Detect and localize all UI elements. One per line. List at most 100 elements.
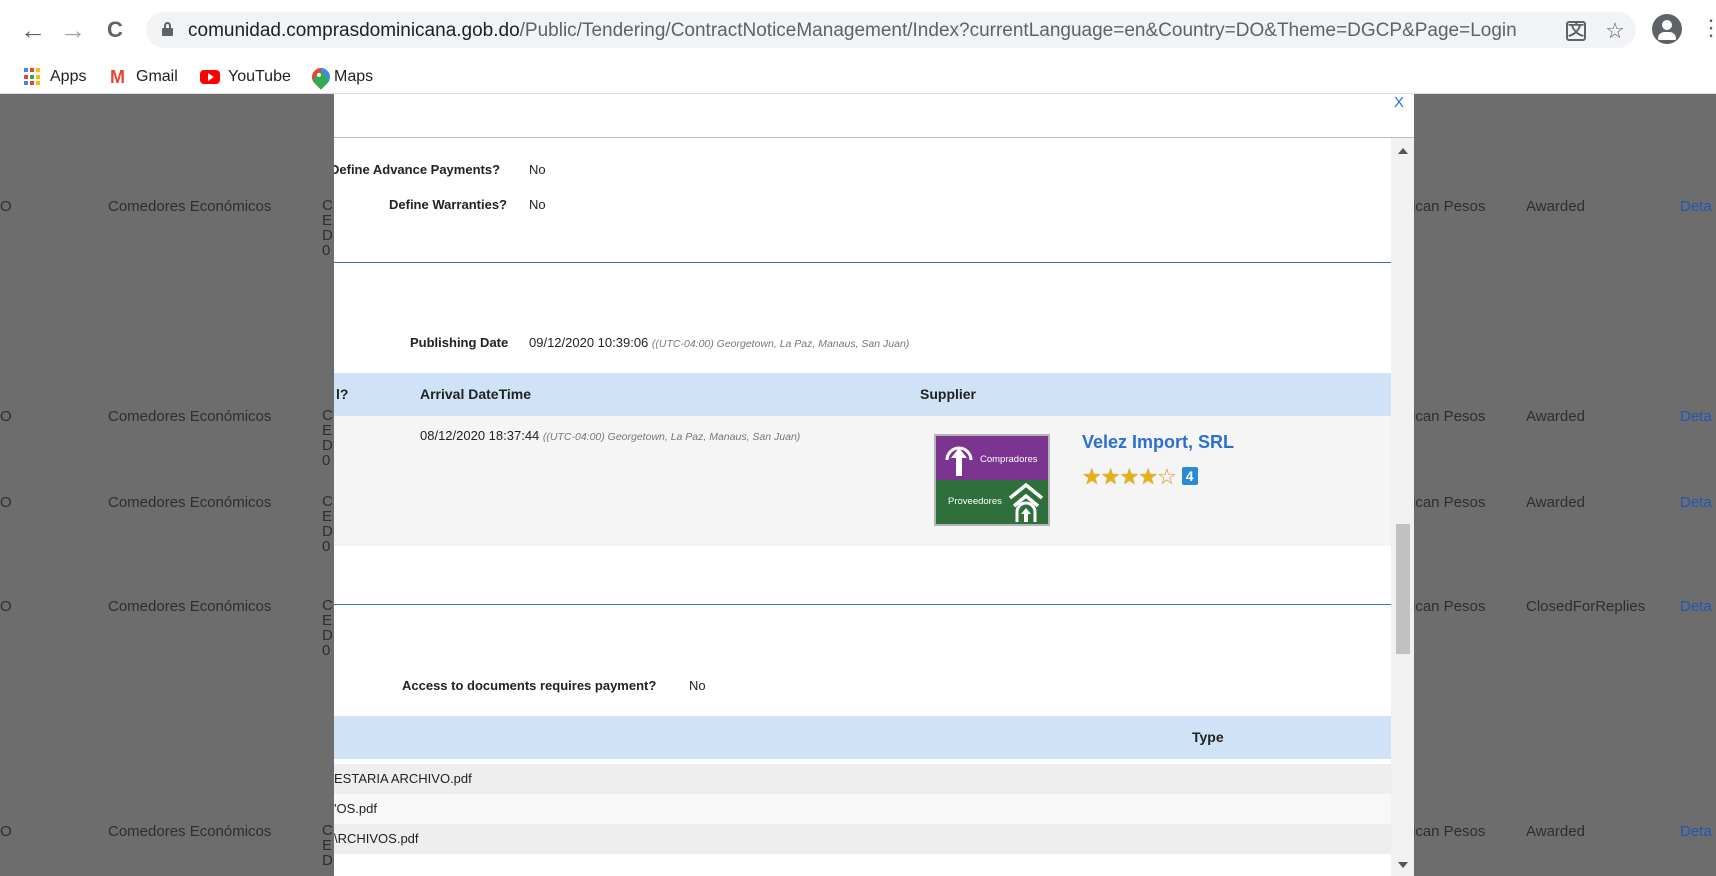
modal-scrollbar[interactable] — [1391, 138, 1414, 876]
bookmarks-bar: Apps M Gmail YouTube Maps — [0, 60, 1716, 94]
row-cut-text: O — [0, 823, 12, 840]
advance-payments-value: No — [529, 162, 546, 177]
publishing-date-label: Publishing Date — [410, 335, 509, 350]
offers-table-header: l? Arrival DateTime Supplier — [334, 373, 1391, 416]
gmail-icon: M — [110, 67, 125, 87]
url-text[interactable]: comunidad.comprasdominicana.gob.do/Publi… — [188, 20, 1517, 42]
truncated-description: CED — [322, 822, 333, 869]
row-detail-link[interactable]: Deta — [1680, 408, 1712, 425]
back-arrow-icon[interactable]: ← — [18, 13, 48, 47]
warranties-label: Define Warranties? — [389, 197, 507, 212]
logo-compradores-band: Compradores — [936, 436, 1048, 480]
row-currency: ican Pesos — [1412, 198, 1486, 215]
publishing-date-text: 09/12/2020 10:39:06 — [529, 335, 649, 350]
bookmark-label: Maps — [334, 68, 374, 85]
supplier-column-header[interactable]: Supplier — [920, 386, 976, 402]
type-column-header[interactable]: Type — [1192, 729, 1224, 745]
row-entity: Comedores Económicos — [108, 408, 272, 425]
browser-toolbar: ← → C comunidad.comprasdominicana.gob.do… — [0, 0, 1716, 60]
document-name[interactable]: \RCHIVOS.pdf — [334, 831, 419, 846]
bookmark-apps[interactable]: Apps — [24, 67, 86, 87]
house-arrow-icon — [1008, 482, 1044, 522]
supplier-link[interactable]: Velez Import, SRL — [1082, 432, 1234, 453]
row-cut-text: O — [0, 198, 12, 215]
row-currency: ican Pesos — [1412, 494, 1486, 511]
arrival-column-header[interactable]: Arrival DateTime — [420, 386, 531, 402]
menu-kebab-icon[interactable]: ⋮ — [1700, 15, 1716, 41]
row-entity: Comedores Económicos — [108, 823, 272, 840]
row-detail-link[interactable]: Deta — [1680, 823, 1712, 840]
offer-table-row: 08/12/2020 18:37:44 ((UTC-04:00) Georget… — [334, 416, 1391, 546]
row-currency: ican Pesos — [1412, 408, 1486, 425]
row-cut-text: O — [0, 408, 12, 425]
translate-icon[interactable]: 文 — [1566, 21, 1586, 41]
url-path: /Public/Tendering/ContractNoticeManageme… — [519, 20, 1517, 41]
bookmark-star-icon[interactable]: ☆ — [1602, 18, 1628, 44]
lock-icon[interactable] — [162, 22, 173, 36]
scroll-up-arrow-icon[interactable] — [1398, 148, 1408, 154]
document-row[interactable]: 'OS.pdf — [334, 794, 1391, 824]
truncated-description: CED0 — [322, 407, 333, 469]
row-currency: ican Pesos — [1412, 823, 1486, 840]
bookmark-gmail[interactable]: M Gmail — [110, 67, 178, 87]
star-filled-icon: ★ — [1138, 464, 1158, 489]
logo-bottom-text: Proveedores — [948, 496, 1002, 507]
profile-avatar-icon[interactable] — [1652, 14, 1682, 44]
reload-icon[interactable]: C — [100, 13, 130, 47]
bookmark-maps[interactable]: Maps — [312, 67, 373, 87]
scroll-down-arrow-icon[interactable] — [1398, 862, 1408, 868]
row-status: Awarded — [1526, 198, 1585, 215]
warranties-value: No — [529, 197, 546, 212]
row-detail-link[interactable]: Deta — [1680, 494, 1712, 511]
document-row[interactable]: ESTARIA ARCHIVO.pdf — [334, 764, 1391, 794]
forward-arrow-icon[interactable]: → — [58, 13, 88, 47]
documents-table-header: Type — [334, 716, 1391, 759]
row-status: ClosedForReplies — [1526, 598, 1646, 615]
section-divider — [334, 604, 1391, 605]
truncated-description: CED0 — [322, 197, 333, 259]
modal-header: X — [334, 94, 1414, 138]
close-button[interactable]: X — [1394, 94, 1404, 111]
bookmark-youtube[interactable]: YouTube — [200, 67, 291, 87]
star-filled-icon: ★ — [1119, 464, 1139, 489]
row-status: Awarded — [1526, 823, 1585, 840]
row-entity: Comedores Económicos — [108, 598, 272, 615]
row-cut-text: O — [0, 598, 12, 615]
star-filled-icon: ★ — [1082, 464, 1102, 489]
arrival-timezone-text: ((UTC-04:00) Georgetown, La Paz, Manaus,… — [542, 431, 801, 443]
rating-badge[interactable]: 4 — [1181, 467, 1198, 485]
partial-column-header: l? — [336, 386, 349, 402]
url-host: comunidad.comprasdominicana.gob.do — [188, 20, 520, 41]
bookmark-label: Gmail — [136, 68, 178, 85]
document-name[interactable]: ESTARIA ARCHIVO.pdf — [334, 771, 472, 786]
document-row[interactable]: \RCHIVOS.pdf — [334, 824, 1391, 854]
documents-payment-label: Access to documents requires payment? — [402, 678, 657, 693]
document-name[interactable]: 'OS.pdf — [334, 801, 377, 816]
apps-grid-icon — [24, 68, 42, 86]
row-status: Awarded — [1526, 494, 1585, 511]
arrival-date-text: 08/12/2020 18:37:44 — [420, 428, 540, 443]
documents-payment-value: No — [689, 678, 706, 693]
logo-top-text: Compradores — [980, 454, 1038, 465]
arrival-datetime: 08/12/2020 18:37:44 ((UTC-04:00) Georget… — [420, 428, 800, 443]
supplier-rating: ★★★★☆ 4 — [1082, 464, 1198, 490]
row-cut-text: O — [0, 494, 12, 511]
star-empty-icon: ☆ — [1156, 464, 1177, 489]
bookmark-label: YouTube — [228, 68, 291, 85]
scroll-thumb[interactable] — [1396, 524, 1410, 654]
maps-pin-icon — [312, 68, 326, 86]
truncated-description: CED0 — [322, 597, 333, 659]
bookmark-label: Apps — [50, 68, 87, 85]
row-detail-link[interactable]: Deta — [1680, 598, 1712, 615]
contract-notice-modal: X Define Advance Payments? No Define War… — [334, 94, 1414, 876]
star-filled-icon: ★ — [1100, 464, 1121, 489]
truncated-description: CED0 — [322, 493, 333, 555]
row-entity: Comedores Económicos — [108, 494, 272, 511]
row-detail-link[interactable]: Deta — [1680, 198, 1712, 215]
timezone-text: ((UTC-04:00) Georgetown, La Paz, Manaus,… — [651, 338, 910, 350]
address-bar[interactable]: comunidad.comprasdominicana.gob.do/Publi… — [146, 12, 1636, 48]
modal-body: Define Advance Payments? No Define Warra… — [334, 138, 1391, 876]
row-entity: Comedores Económicos — [108, 198, 272, 215]
advance-payments-label: Define Advance Payments? — [334, 162, 501, 177]
arrow-up-icon — [945, 446, 973, 476]
